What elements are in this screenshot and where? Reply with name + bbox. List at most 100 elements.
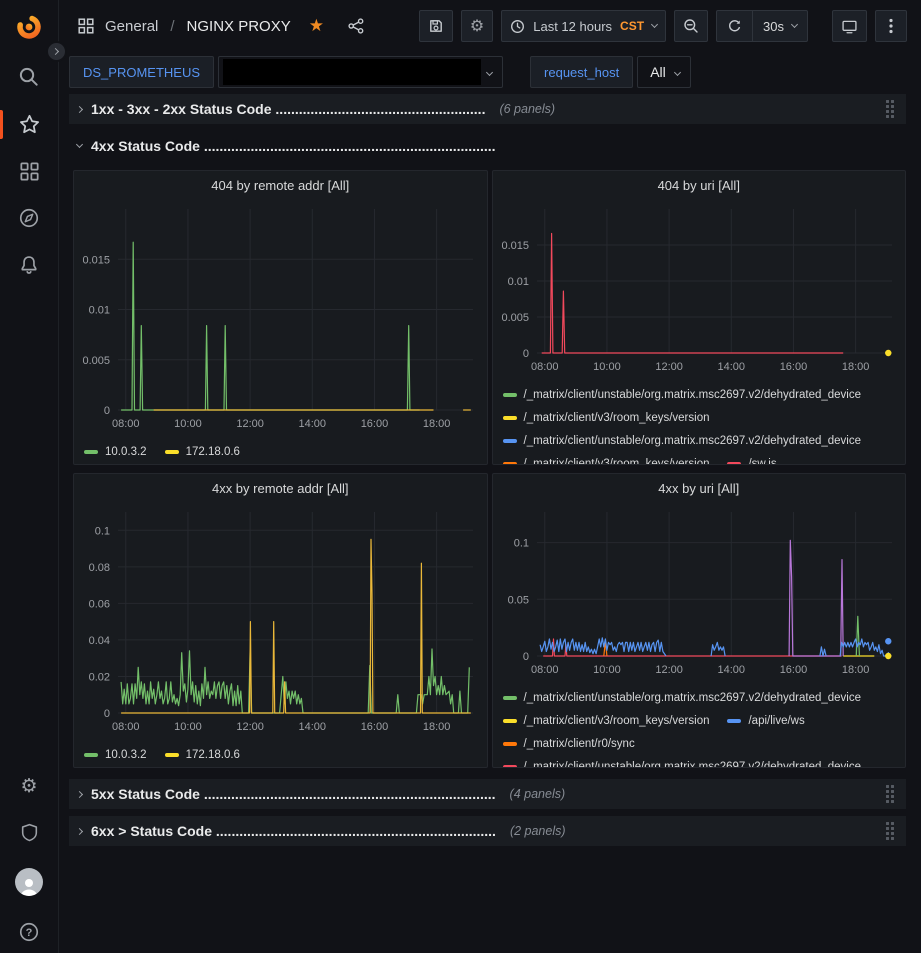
axis-label: 0.06: [89, 598, 110, 610]
panel-title[interactable]: 404 by uri [All]: [493, 171, 906, 199]
series-point: [885, 653, 891, 659]
row-drag-handle[interactable]: [884, 820, 896, 842]
legend-item[interactable]: /_matrix/client/v3/room_keys/version: [503, 715, 710, 727]
favorite-star-icon[interactable]: ★: [309, 18, 324, 35]
axis-label: 14:00: [717, 664, 745, 676]
zoom-out-button[interactable]: [674, 10, 708, 42]
legend-item[interactable]: /_matrix/client/v3/room_keys/version: [503, 412, 710, 424]
sidebar-item-alerting[interactable]: [0, 254, 58, 276]
breadcrumb-section[interactable]: General: [105, 18, 158, 35]
panel-title[interactable]: 4xx by uri [All]: [493, 474, 906, 502]
row-header-1xx-3xx-2xx[interactable]: 1xx - 3xx - 2xx Status Code ............…: [69, 94, 906, 124]
row-drag-handle[interactable]: [884, 98, 896, 120]
alerting-bell-icon: [18, 254, 40, 276]
variables-bar: DS_PROMETHEUS request_host All: [60, 52, 921, 92]
panel-title[interactable]: 404 by remote addr [All]: [74, 171, 487, 199]
legend-item[interactable]: /_matrix/client/unstable/org.matrix.msc2…: [503, 692, 862, 704]
dashboard-settings-button[interactable]: ⚙: [461, 10, 493, 42]
legend-swatch: [503, 696, 517, 700]
dashboard-title[interactable]: NGINX PROXY: [187, 18, 291, 35]
refresh-button[interactable]: [717, 11, 752, 41]
sidebar-item-search[interactable]: [0, 66, 58, 88]
chart-area[interactable]: 00.0050.010.01508:0010:0012:0014:0016:00…: [493, 199, 906, 382]
legend-item[interactable]: /_matrix/client/unstable/org.matrix.msc2…: [503, 435, 862, 447]
sidebar-item-starred[interactable]: [0, 113, 58, 136]
chevron-right-icon: [76, 827, 83, 834]
legend-item[interactable]: 172.18.0.6: [165, 446, 240, 458]
sidebar-item-dashboards[interactable]: [0, 161, 58, 182]
legend-label: 172.18.0.6: [186, 446, 240, 458]
legend-item[interactable]: /_matrix/client/unstable/org.matrix.msc2…: [503, 389, 862, 401]
tv-mode-button[interactable]: [832, 10, 867, 42]
gear-icon: ⚙: [470, 15, 484, 37]
request-host-variable-label[interactable]: request_host: [530, 56, 633, 88]
legend-label: /sw.js: [748, 458, 776, 465]
time-range-picker[interactable]: Last 12 hours CST: [501, 10, 666, 42]
legend-item[interactable]: /_matrix/client/unstable/org.matrix.msc2…: [503, 761, 862, 768]
legend-label: /_matrix/client/unstable/org.matrix.msc2…: [524, 761, 862, 768]
navbar-actions: ⚙ Last 12 hours CST: [419, 10, 907, 42]
sidebar-expand-button[interactable]: [46, 41, 67, 62]
axis-label: 0.015: [501, 240, 529, 252]
sidebar-item-server-admin[interactable]: [0, 822, 58, 843]
axis-label: 14:00: [717, 361, 745, 373]
axis-label: 16:00: [779, 361, 807, 373]
row-panel-count: (4 panels): [510, 787, 566, 801]
row-drag-handle[interactable]: [884, 783, 896, 805]
help-question-icon: ?: [18, 921, 40, 943]
series-point: [885, 350, 891, 356]
legend-item[interactable]: 10.0.3.2: [84, 749, 147, 761]
chart-svg[interactable]: 00.0050.010.01508:0010:0012:0014:0016:00…: [493, 199, 906, 377]
datasource-variable-select[interactable]: [218, 56, 503, 88]
sidebar-item-profile[interactable]: [0, 868, 58, 896]
sidebar-item-help[interactable]: ?: [0, 921, 58, 943]
top-navbar: General / NGINX PROXY ★: [60, 0, 921, 52]
avatar: [15, 868, 43, 896]
axis-label: 0: [522, 651, 528, 663]
panel-legend: 10.0.3.2 172.18.0.6: [74, 742, 487, 767]
refresh-interval-select[interactable]: 30s: [752, 11, 807, 41]
legend-item[interactable]: /_matrix/client/r0/sync: [503, 738, 635, 750]
chart-area[interactable]: 00.0050.010.01508:0010:0012:0014:0016:00…: [74, 199, 487, 439]
legend-item[interactable]: /sw.js: [727, 458, 776, 465]
row-header-5xx[interactable]: 5xx Status Code ........................…: [69, 779, 906, 809]
request-host-variable-select[interactable]: All: [637, 56, 691, 88]
share-button[interactable]: [347, 17, 365, 35]
chart-area[interactable]: 00.020.040.060.080.108:0010:0012:0014:00…: [74, 502, 487, 742]
row-header-4xx[interactable]: 4xx Status Code ........................…: [69, 132, 906, 160]
chart-svg[interactable]: 00.050.108:0010:0012:0014:0016:0018:00: [493, 502, 906, 680]
legend-label: 10.0.3.2: [105, 749, 147, 761]
axis-label: 08:00: [531, 664, 559, 676]
axis-label: 0.01: [507, 276, 528, 288]
legend-item[interactable]: 10.0.3.2: [84, 446, 147, 458]
axis-label: 0: [522, 348, 528, 360]
save-dashboard-button[interactable]: [419, 10, 453, 42]
monitor-icon: [841, 18, 858, 35]
sidebar-item-configuration[interactable]: ⚙: [0, 775, 58, 797]
chart-svg[interactable]: 00.020.040.060.080.108:0010:0012:0014:00…: [74, 502, 487, 737]
axis-label: 0.005: [501, 312, 529, 324]
axis-label: 0.08: [89, 562, 110, 574]
panel-title[interactable]: 4xx by remote addr [All]: [74, 474, 487, 502]
legend-label: /_matrix/client/unstable/org.matrix.msc2…: [524, 389, 862, 401]
legend-row: /_matrix/client/unstable/org.matrix.msc2…: [503, 755, 898, 767]
legend-swatch: [165, 753, 179, 757]
row-header-6xx[interactable]: 6xx > Status Code ......................…: [69, 816, 906, 846]
chevron-right-icon: [52, 48, 59, 55]
axis-label: 12:00: [236, 721, 264, 733]
legend-item[interactable]: 172.18.0.6: [165, 749, 240, 761]
axis-label: 08:00: [531, 361, 559, 373]
chart-area[interactable]: 00.050.108:0010:0012:0014:0016:0018:00: [493, 502, 906, 685]
grafana-logo[interactable]: [0, 13, 58, 41]
legend-item[interactable]: /_matrix/client/v3/room_keys/version: [503, 458, 710, 465]
series-line: [541, 234, 843, 354]
chart-svg[interactable]: 00.0050.010.01508:0010:0012:0014:0016:00…: [74, 199, 487, 434]
legend-item[interactable]: /api/live/ws: [727, 715, 804, 727]
grafana-logo-icon: [15, 13, 43, 41]
more-options-button[interactable]: [875, 10, 907, 42]
datasource-variable-label[interactable]: DS_PROMETHEUS: [69, 56, 214, 88]
time-range-label: Last 12 hours: [533, 19, 612, 34]
axis-label: 16:00: [361, 418, 389, 430]
sidebar-item-explore[interactable]: [0, 207, 58, 229]
axis-label: 0.005: [82, 355, 110, 367]
